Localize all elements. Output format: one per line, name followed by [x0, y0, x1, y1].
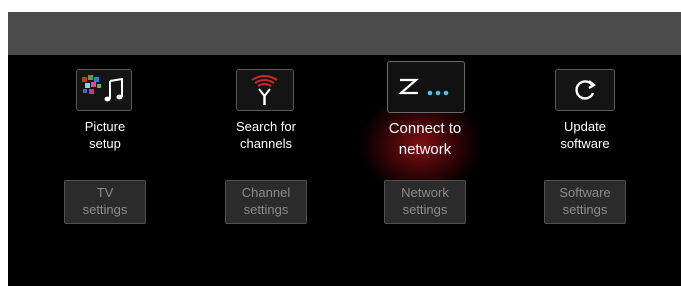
network-settings-line2: settings	[402, 202, 448, 217]
software-settings-line2: settings	[562, 202, 608, 217]
search-channels-label-line1: Search for	[236, 119, 296, 134]
connect-network-label-line2: network	[398, 141, 452, 158]
picture-setup-label-line1: Picture	[84, 119, 126, 134]
network-settings-button[interactable]: Network settings	[384, 180, 466, 224]
channel-settings-button[interactable]: Channel settings	[225, 180, 307, 224]
antenna-icon[interactable]	[236, 69, 294, 111]
update-software-label[interactable]: Update software	[543, 118, 627, 152]
connect-network-label[interactable]: Connect to network	[370, 118, 480, 160]
software-settings-button[interactable]: Software settings	[544, 180, 626, 224]
channel-settings-line1: Channel	[241, 185, 291, 200]
network-settings-line1: Network	[401, 185, 449, 200]
picture-setup-label[interactable]: Picture setup	[64, 118, 146, 152]
tv-settings-line1: TV	[96, 185, 114, 200]
refresh-icon[interactable]	[555, 69, 615, 111]
software-settings-line1: Software	[559, 185, 611, 200]
header-bar	[8, 12, 681, 55]
channel-settings-line2: settings	[243, 202, 289, 217]
tv-settings-line2: settings	[82, 202, 128, 217]
picture-setup-label-line2: setup	[89, 136, 121, 151]
update-software-label-line2: software	[560, 136, 610, 151]
connect-network-label-line1: Connect to	[388, 120, 462, 137]
search-channels-label-line2: channels	[239, 136, 293, 151]
network-icon[interactable]	[387, 61, 465, 113]
tv-settings-button[interactable]: TV settings	[64, 180, 146, 224]
top-margin	[0, 0, 681, 12]
search-channels-label[interactable]: Search for channels	[222, 118, 310, 152]
update-software-label-line1: Update	[564, 119, 606, 134]
picture-music-icon[interactable]	[76, 69, 132, 111]
